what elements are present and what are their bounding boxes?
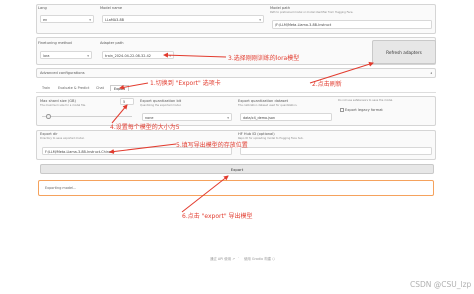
tab-export[interactable]: Export (110, 85, 130, 91)
legacy-format-field: Do not use safetensors to save the model… (338, 99, 434, 125)
model-path-label: Model path (270, 6, 291, 10)
model-path-input[interactable]: /F:/LLM/Meta-Llama-3-8B-Instruct (272, 20, 432, 29)
gradio-logo-icon: ⬡ (272, 257, 276, 261)
finetuning-method-field: Finetuning method lora ▾ (38, 41, 94, 63)
model-path-help: Path to pretrained model or model identi… (270, 10, 354, 14)
adapter-path-value: train_2024-04-22-08-32-42 (105, 53, 151, 58)
legacy-format-help: Do not use safetensors to save the model… (338, 99, 394, 102)
lang-label: Lang (38, 6, 47, 10)
rocket-icon: ↗ (232, 257, 236, 261)
advanced-config-label: Advanced configurations (40, 71, 85, 76)
refresh-adapters-button[interactable]: Refresh adapters (372, 40, 436, 64)
hub-id-input[interactable] (240, 147, 432, 155)
max-shard-number-input[interactable]: 5 (120, 98, 134, 105)
export-button[interactable]: Export (40, 164, 434, 174)
max-shard-slider-handle[interactable] (46, 114, 51, 119)
finetuning-method-select[interactable]: lora ▾ (40, 51, 92, 59)
quant-dataset-help: The calibration dataset used for quantiz… (238, 103, 298, 107)
model-name-value: LLaMA3-8B (105, 17, 124, 22)
quant-bit-help: Quantizing the exported model. (140, 103, 182, 107)
chevron-down-icon: ▾ (259, 17, 261, 22)
annotation-4: 4.设置每个模型的大小为5 (110, 124, 180, 131)
hub-id-help: Repo ID for uploading model to Hugging F… (238, 136, 304, 140)
finetuning-method-value: lora (43, 53, 50, 58)
model-path-field: Model path Path to pretrained model or m… (270, 6, 434, 33)
footer-built-text: 使用 Gradio 构建 (244, 257, 271, 261)
model-name-field: Model name LLaMA3-8B ▾ (100, 6, 266, 33)
annotation-1: 1.切换到 "Export" 选项卡 (150, 80, 221, 87)
quant-dataset-field: Export quantization dataset The calibrat… (238, 99, 334, 125)
annotation-6: 6.点击 "export" 导出模型 (182, 213, 253, 220)
footer-gradio-link[interactable]: 使用 Gradio 构建 ⬡ (244, 256, 275, 261)
model-name-select[interactable]: LLaMA3-8B ▾ (102, 15, 264, 23)
export-status-text: Exporting model... (45, 186, 77, 190)
lang-select[interactable]: en ▾ (40, 15, 94, 23)
advanced-config-accordion[interactable]: Advanced configurations ◂ (36, 68, 436, 78)
chevron-left-icon: ◂ (430, 70, 432, 75)
quant-dataset-input[interactable]: data/c4_demo.json (240, 113, 332, 121)
lang-field: Lang en ▾ (38, 6, 96, 33)
max-shard-slider-track[interactable] (42, 114, 132, 119)
model-name-label: Model name (100, 6, 123, 10)
annotation-2: 2.点击刷新 (312, 81, 342, 88)
export-status-box: Exporting model... (38, 180, 434, 196)
footer-separator: · (238, 256, 240, 260)
export-dir-value: F:/LLM/Meta-Llama-3-8B-Instruct-Chinese (45, 149, 115, 154)
quant-bit-select[interactable]: none ▾ (142, 113, 232, 121)
chevron-down-icon: ▾ (87, 53, 89, 58)
finetuning-method-label: Finetuning method (38, 41, 72, 45)
max-shard-value: 5 (123, 100, 126, 104)
tab-chat[interactable]: Chat (96, 86, 104, 90)
quant-bit-label: Export quantization bit (140, 99, 182, 103)
export-dir-label: Export dir (40, 132, 58, 136)
hub-id-field: HF Hub ID (optional) Repo ID for uploadi… (238, 132, 434, 158)
legacy-format-checkbox[interactable] (340, 108, 344, 112)
annotation-5: 5.填写导出模型的存放位置 (176, 142, 248, 149)
quant-bit-value: none (145, 115, 154, 120)
chevron-down-icon: ▾ (169, 53, 171, 58)
tab-evaluate-predict[interactable]: Evaluate & Predict (58, 86, 89, 90)
chevron-down-icon: ▾ (89, 17, 91, 22)
tab-train[interactable]: Train (42, 86, 50, 90)
adapter-path-label: Adapter path (100, 41, 124, 45)
footer-api-text: 通过 API 使用 (210, 257, 232, 261)
footer-api-link[interactable]: 通过 API 使用 ↗ (210, 256, 235, 261)
quant-dataset-value: data/c4_demo.json (243, 115, 276, 120)
annotation-3: 3.选择刚刚训练的lora模型 (228, 55, 300, 62)
watermark: CSDN @CSU_lzp (410, 280, 472, 289)
hub-id-label: HF Hub ID (optional) (238, 132, 275, 136)
model-path-value: /F:/LLM/Meta-Llama-3-8B-Instruct (275, 22, 332, 27)
tabs-divider (36, 92, 436, 93)
adapter-path-select[interactable]: train_2024-04-22-08-32-42 ▾ (102, 51, 174, 59)
lang-value: en (43, 17, 48, 22)
legacy-format-label: Export legacy format (345, 107, 383, 112)
quant-dataset-label: Export quantization dataset (238, 99, 289, 103)
chevron-down-icon: ▾ (227, 115, 229, 120)
